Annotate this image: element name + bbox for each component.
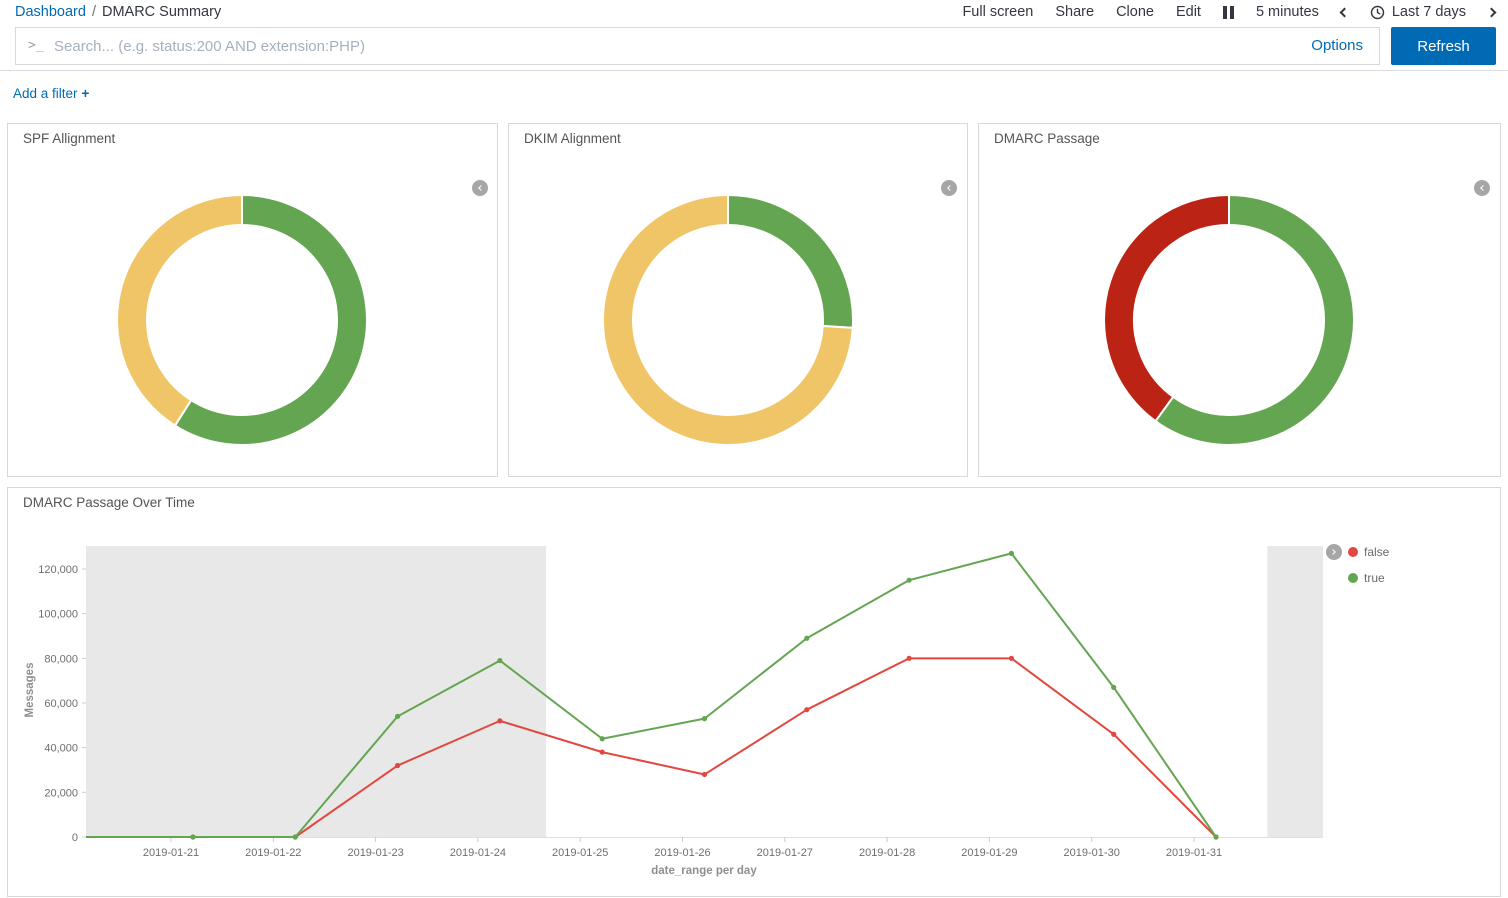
svg-text:20,000: 20,000 [44,787,78,799]
svg-text:60,000: 60,000 [44,698,78,710]
legend-toggle-icon[interactable] [1326,544,1342,560]
svg-text:2019-01-30: 2019-01-30 [1064,847,1120,859]
share-button[interactable]: Share [1055,4,1094,20]
svg-text:2019-01-24: 2019-01-24 [450,847,506,859]
svg-text:2019-01-22: 2019-01-22 [245,847,301,859]
add-filter-button[interactable]: Add a filter + [13,86,89,101]
svg-text:2019-01-27: 2019-01-27 [757,847,813,859]
add-filter-label: Add a filter [13,86,78,101]
legend-toggle-icon[interactable] [941,180,957,196]
svg-text:0: 0 [72,832,78,844]
refresh-interval-button[interactable]: 5 minutes [1256,4,1319,20]
clone-button[interactable]: Clone [1116,4,1154,20]
add-filter-plus-icon: + [82,86,90,101]
svg-text:120,000: 120,000 [38,564,78,576]
edit-button[interactable]: Edit [1176,4,1201,20]
full-screen-button[interactable]: Full screen [962,4,1033,20]
panel-dkim-alignment: DKIM Alignment [508,123,968,477]
time-range-picker[interactable]: Last 7 days [1370,4,1466,20]
out-of-range-bands [86,546,1323,837]
breadcrumb-separator: / [92,4,96,20]
clock-icon [1370,5,1385,20]
dmarc-passage-line-chart[interactable]: 0 20,000 40,000 60,000 80,000 100,000 120,000 2… [8,488,1502,898]
search-input[interactable] [54,29,1284,63]
panel-spf-alignment: SPF Allignment [7,123,498,477]
x-axis-title: date_range per day [604,865,804,877]
time-range-label: Last 7 days [1392,4,1466,20]
svg-text:2019-01-25: 2019-01-25 [552,847,608,859]
panel-dmarc-passage-over-time: DMARC Passage Over Time 020,00040,00060,… [7,487,1501,897]
chevron-right-icon[interactable] [1487,7,1497,17]
panel-dmarc-passage: DMARC Passage [978,123,1501,477]
y-axis: 0 20,000 40,000 60,000 80,000 100,000 120,000 [38,564,86,844]
svg-text:80,000: 80,000 [44,653,78,665]
chevron-left-icon[interactable] [1339,7,1349,17]
spf-donut-chart[interactable] [107,185,377,455]
breadcrumb-dashboard-link[interactable]: Dashboard [15,4,86,20]
svg-text:2019-01-21: 2019-01-21 [143,847,199,859]
query-bar-divider [0,70,1508,71]
legend-item-true[interactable]: true [1348,570,1389,586]
panel-title: SPF Allignment [23,131,115,146]
top-nav-bar: Dashboard / DMARC Summary Full screen Shar… [0,0,1508,26]
pause-icon[interactable] [1223,6,1234,19]
refresh-button[interactable]: Refresh [1391,27,1496,65]
legend-label: false [1364,545,1389,559]
svg-text:100,000: 100,000 [38,609,78,621]
legend-toggle-icon[interactable] [1474,180,1490,196]
legend-dot-false [1348,547,1358,557]
query-bar: >_ Options [15,27,1380,65]
options-link[interactable]: Options [1311,37,1363,54]
page-title: DMARC Summary [102,4,221,20]
panel-title: DMARC Passage [994,131,1100,146]
svg-text:40,000: 40,000 [44,743,78,755]
svg-text:2019-01-23: 2019-01-23 [347,847,403,859]
svg-text:2019-01-29: 2019-01-29 [961,847,1017,859]
y-axis-title: Messages [24,650,36,730]
svg-text:2019-01-28: 2019-01-28 [859,847,915,859]
chart-legend: false true [1348,544,1389,596]
svg-text:2019-01-31: 2019-01-31 [1166,847,1222,859]
svg-text:2019-01-26: 2019-01-26 [654,847,710,859]
nav-actions: Full screen Share Clone Edit 5 minutes L… [962,4,1495,20]
breadcrumb: Dashboard / DMARC Summary [15,4,221,20]
legend-item-false[interactable]: false [1348,544,1389,560]
dkim-donut-chart[interactable] [593,185,863,455]
panel-title: DKIM Alignment [524,131,621,146]
legend-label: true [1364,571,1385,585]
dmarc-donut-chart[interactable] [1094,185,1364,455]
legend-dot-true [1348,573,1358,583]
legend-toggle-icon[interactable] [472,180,488,196]
x-axis: 2019-01-21 2019-01-22 2019-01-23 2019-01-24… [143,837,1222,859]
query-prompt-icon: >_ [28,38,44,53]
